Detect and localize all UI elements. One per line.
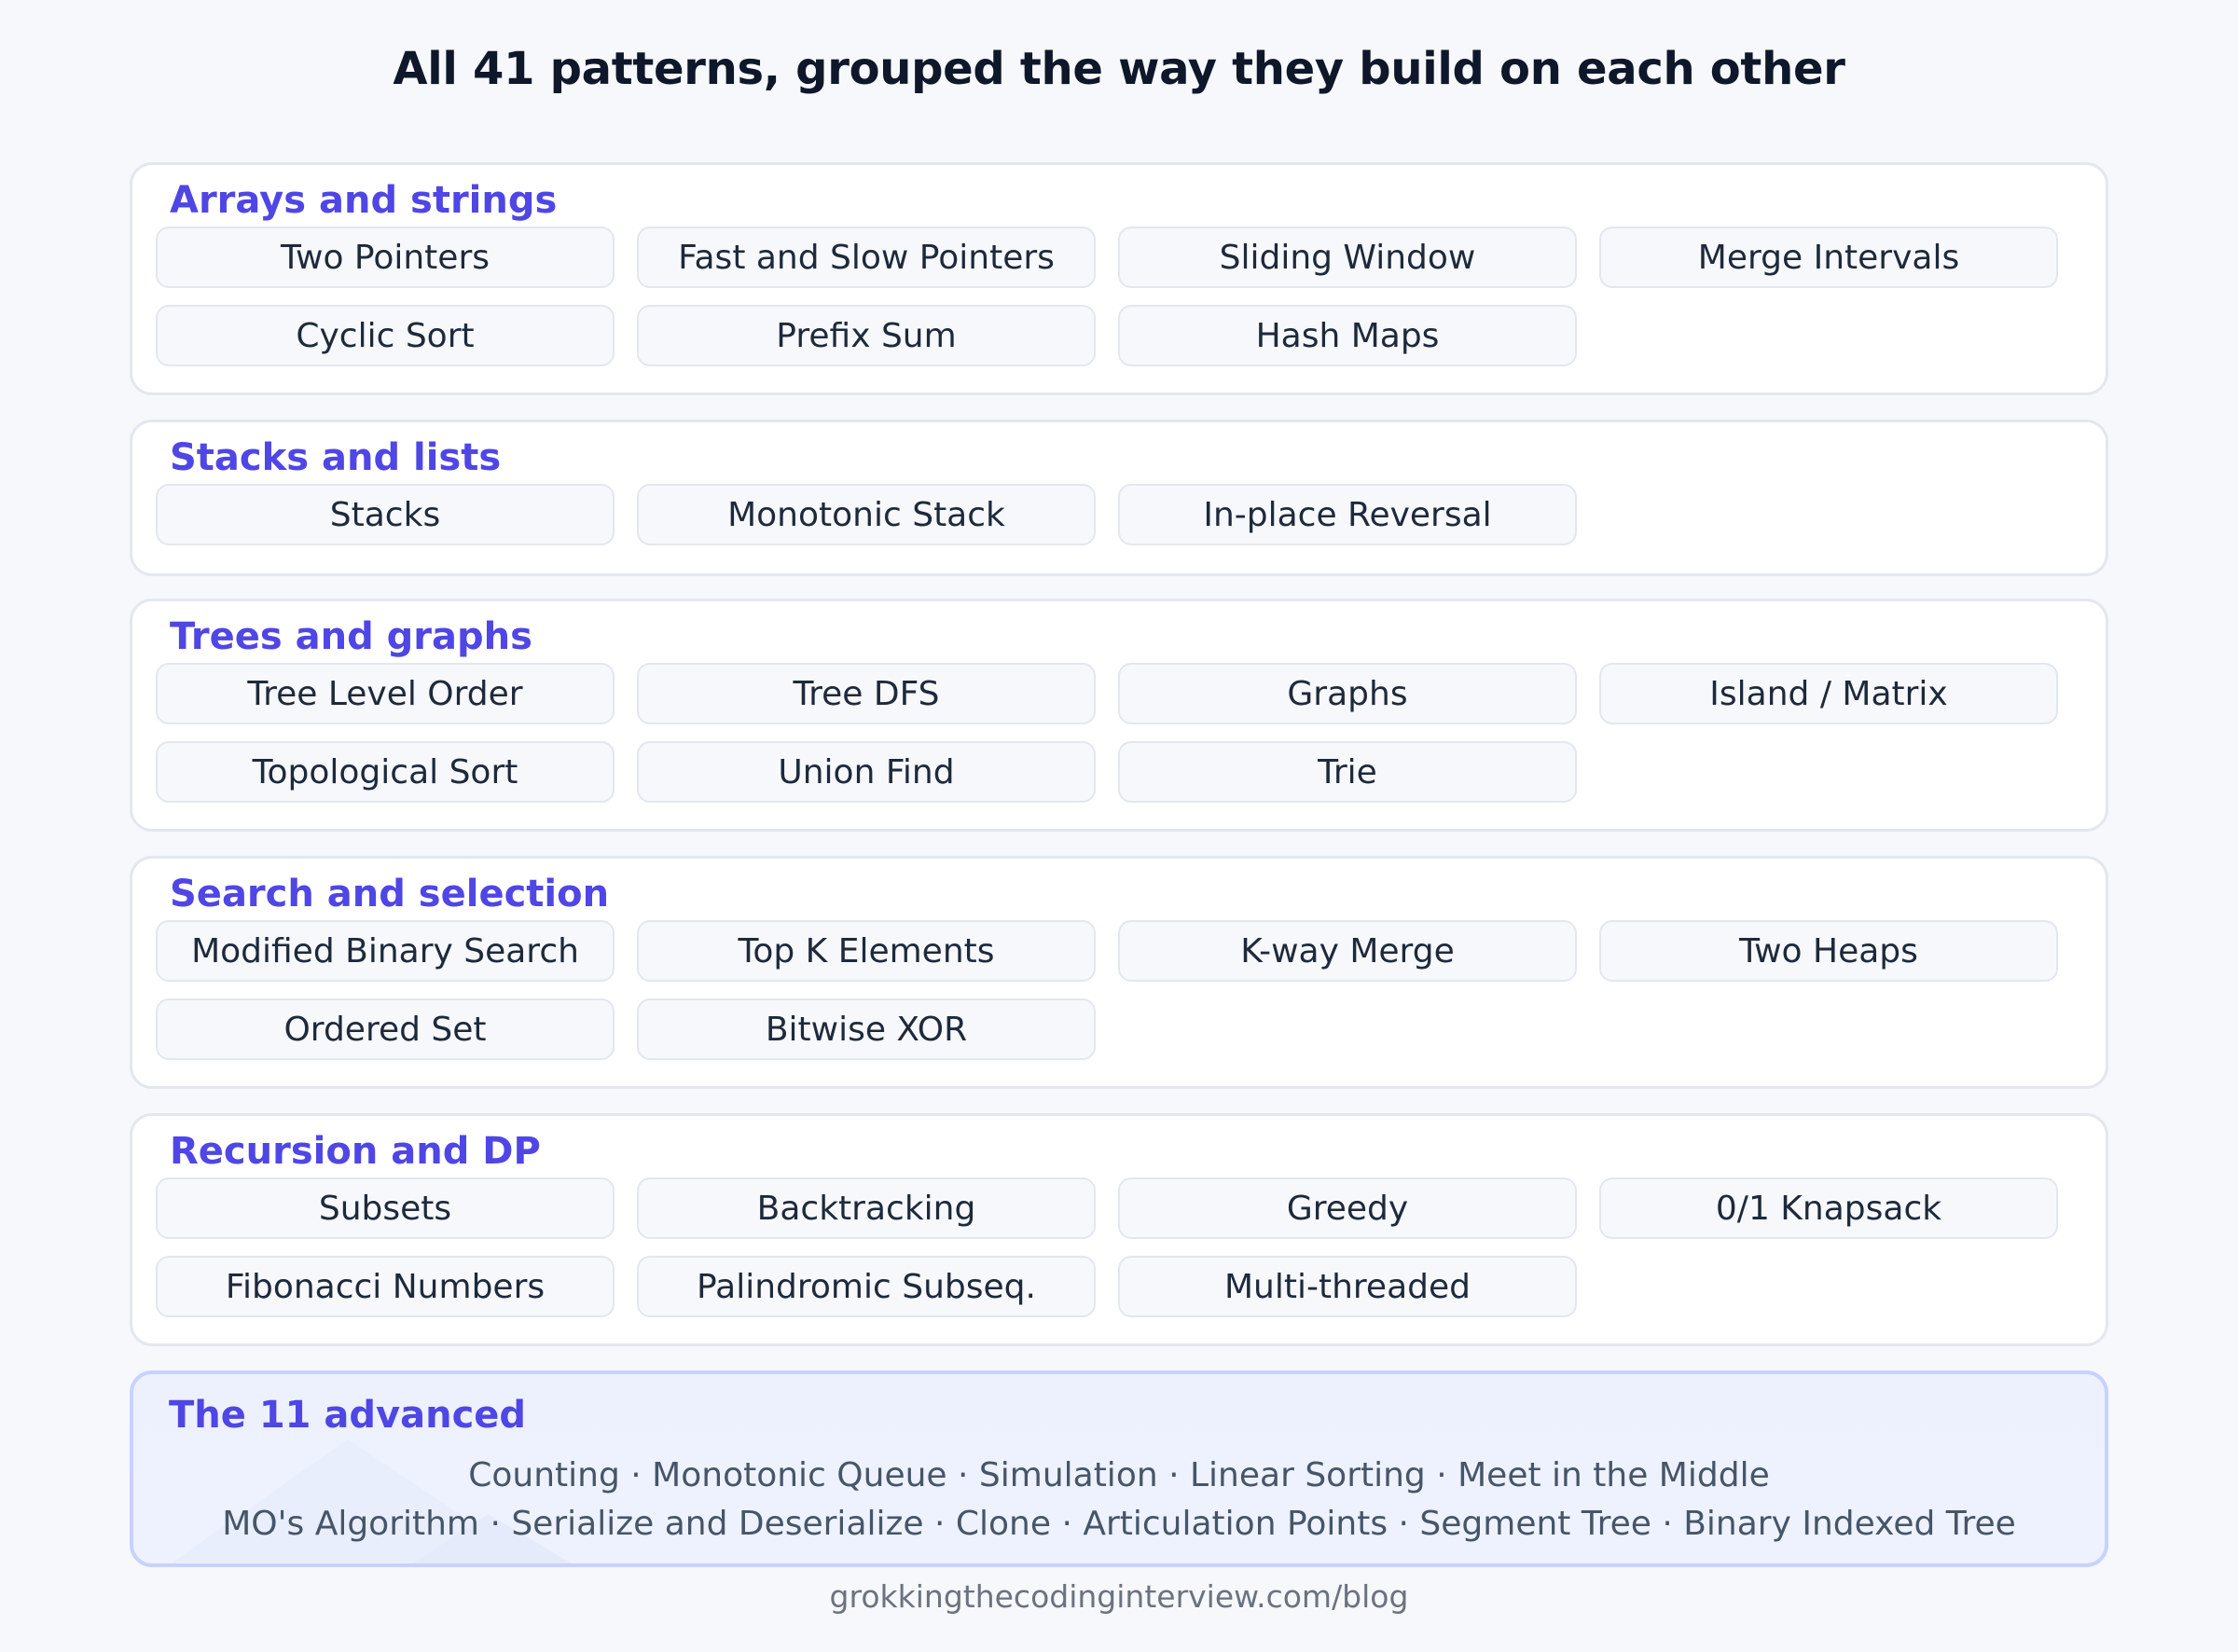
pattern-chip: Stacks [156, 484, 615, 545]
pattern-chip: K-way Merge [1118, 920, 1577, 982]
pattern-chip: Two Heaps [1599, 920, 2058, 982]
advanced-list-line-1: Counting · Monotonic Queue · Simulation … [468, 1456, 1770, 1494]
pattern-chip: Union Find [637, 741, 1096, 803]
pattern-chip: Graphs [1118, 663, 1577, 724]
group-stacks-and-lists: Stacks and lists Stacks Monotonic Stack … [130, 420, 2108, 576]
group-title: Recursion and DP [170, 1130, 541, 1173]
pattern-chip: Topological Sort [156, 741, 615, 803]
pattern-chip: Two Pointers [156, 227, 615, 288]
pattern-chip: Tree Level Order [156, 663, 615, 724]
footer-url: grokkingthecodinginterview.com/blog [829, 1578, 1409, 1615]
pattern-chip: Prefix Sum [637, 305, 1096, 366]
pattern-chip: Multi-threaded [1118, 1256, 1577, 1317]
pattern-chip: Greedy [1118, 1177, 1577, 1239]
pattern-chip: Hash Maps [1118, 305, 1577, 366]
pattern-chip: Trie [1118, 741, 1577, 803]
pattern-chip: Sliding Window [1118, 227, 1577, 288]
pattern-chip: Palindromic Subseq. [637, 1256, 1096, 1317]
pattern-chip: Merge Intervals [1599, 227, 2058, 288]
pattern-chip: Modified Binary Search [156, 920, 615, 982]
pattern-chip: Cyclic Sort [156, 305, 615, 366]
group-advanced: The 11 advanced Counting · Monotonic Que… [130, 1370, 2108, 1567]
group-title: Arrays and strings [170, 179, 558, 222]
page-title: All 41 patterns, grouped the way they bu… [393, 43, 1845, 95]
group-title: Stacks and lists [170, 436, 502, 479]
pattern-chip: Ordered Set [156, 998, 615, 1060]
pattern-chip: Subsets [156, 1177, 615, 1239]
pattern-chip: Tree DFS [637, 663, 1096, 724]
pattern-chip: Island / Matrix [1599, 663, 2058, 724]
advanced-title: The 11 advanced [169, 1394, 527, 1437]
advanced-list-line-2: MO's Algorithm · Serialize and Deseriali… [222, 1505, 2016, 1543]
pattern-chip: Fast and Slow Pointers [637, 227, 1096, 288]
pattern-chip: In-place Reversal [1118, 484, 1577, 545]
group-search-and-selection: Search and selection Modified Binary Sea… [130, 856, 2108, 1089]
pattern-chip: Fibonacci Numbers [156, 1256, 615, 1317]
group-trees-and-graphs: Trees and graphs Tree Level Order Tree D… [130, 599, 2108, 832]
pattern-chip: Top K Elements [637, 920, 1096, 982]
group-arrays-and-strings: Arrays and strings Two Pointers Fast and… [130, 162, 2108, 395]
pattern-chip: 0/1 Knapsack [1599, 1177, 2058, 1239]
pattern-chip: Bitwise XOR [637, 998, 1096, 1060]
group-recursion-and-dp: Recursion and DP Subsets Backtracking Gr… [130, 1113, 2108, 1346]
group-title: Trees and graphs [170, 615, 532, 658]
pattern-chip: Backtracking [637, 1177, 1096, 1239]
group-title: Search and selection [170, 873, 610, 915]
pattern-chip: Monotonic Stack [637, 484, 1096, 545]
